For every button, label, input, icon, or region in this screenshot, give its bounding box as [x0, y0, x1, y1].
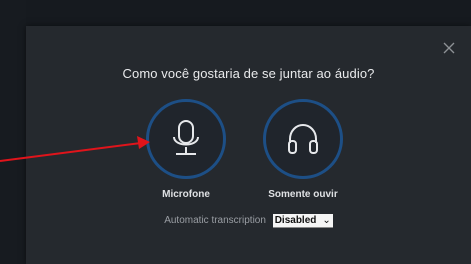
transcription-select[interactable]: Disabled ⌄ — [272, 214, 333, 228]
transcription-selected-value: Disabled — [274, 215, 317, 226]
listen-only-label: Somente ouvir — [268, 189, 338, 200]
background-left-strip — [0, 0, 26, 264]
listen-only-option[interactable]: Somente ouvir — [243, 99, 363, 200]
close-icon — [443, 42, 455, 54]
background-top-strip — [0, 0, 471, 26]
modal-title: Como você gostaria de se juntar ao áudio… — [122, 66, 375, 81]
close-button[interactable] — [441, 40, 457, 56]
microphone-option[interactable]: Microfone — [126, 99, 246, 200]
audio-join-modal: Como você gostaria de se juntar ao áudio… — [26, 26, 471, 264]
microphone-label: Microfone — [162, 189, 210, 200]
microphone-icon — [173, 120, 199, 155]
page: Como você gostaria de se juntar ao áudio… — [0, 0, 471, 264]
chevron-down-icon: ⌄ — [322, 215, 331, 226]
microphone-button[interactable] — [146, 99, 226, 179]
listen-only-button[interactable] — [263, 99, 343, 179]
transcription-row: Automatic transcription Disabled ⌄ — [26, 214, 471, 228]
headphones-icon — [288, 123, 318, 154]
transcription-label: Automatic transcription — [164, 215, 266, 226]
